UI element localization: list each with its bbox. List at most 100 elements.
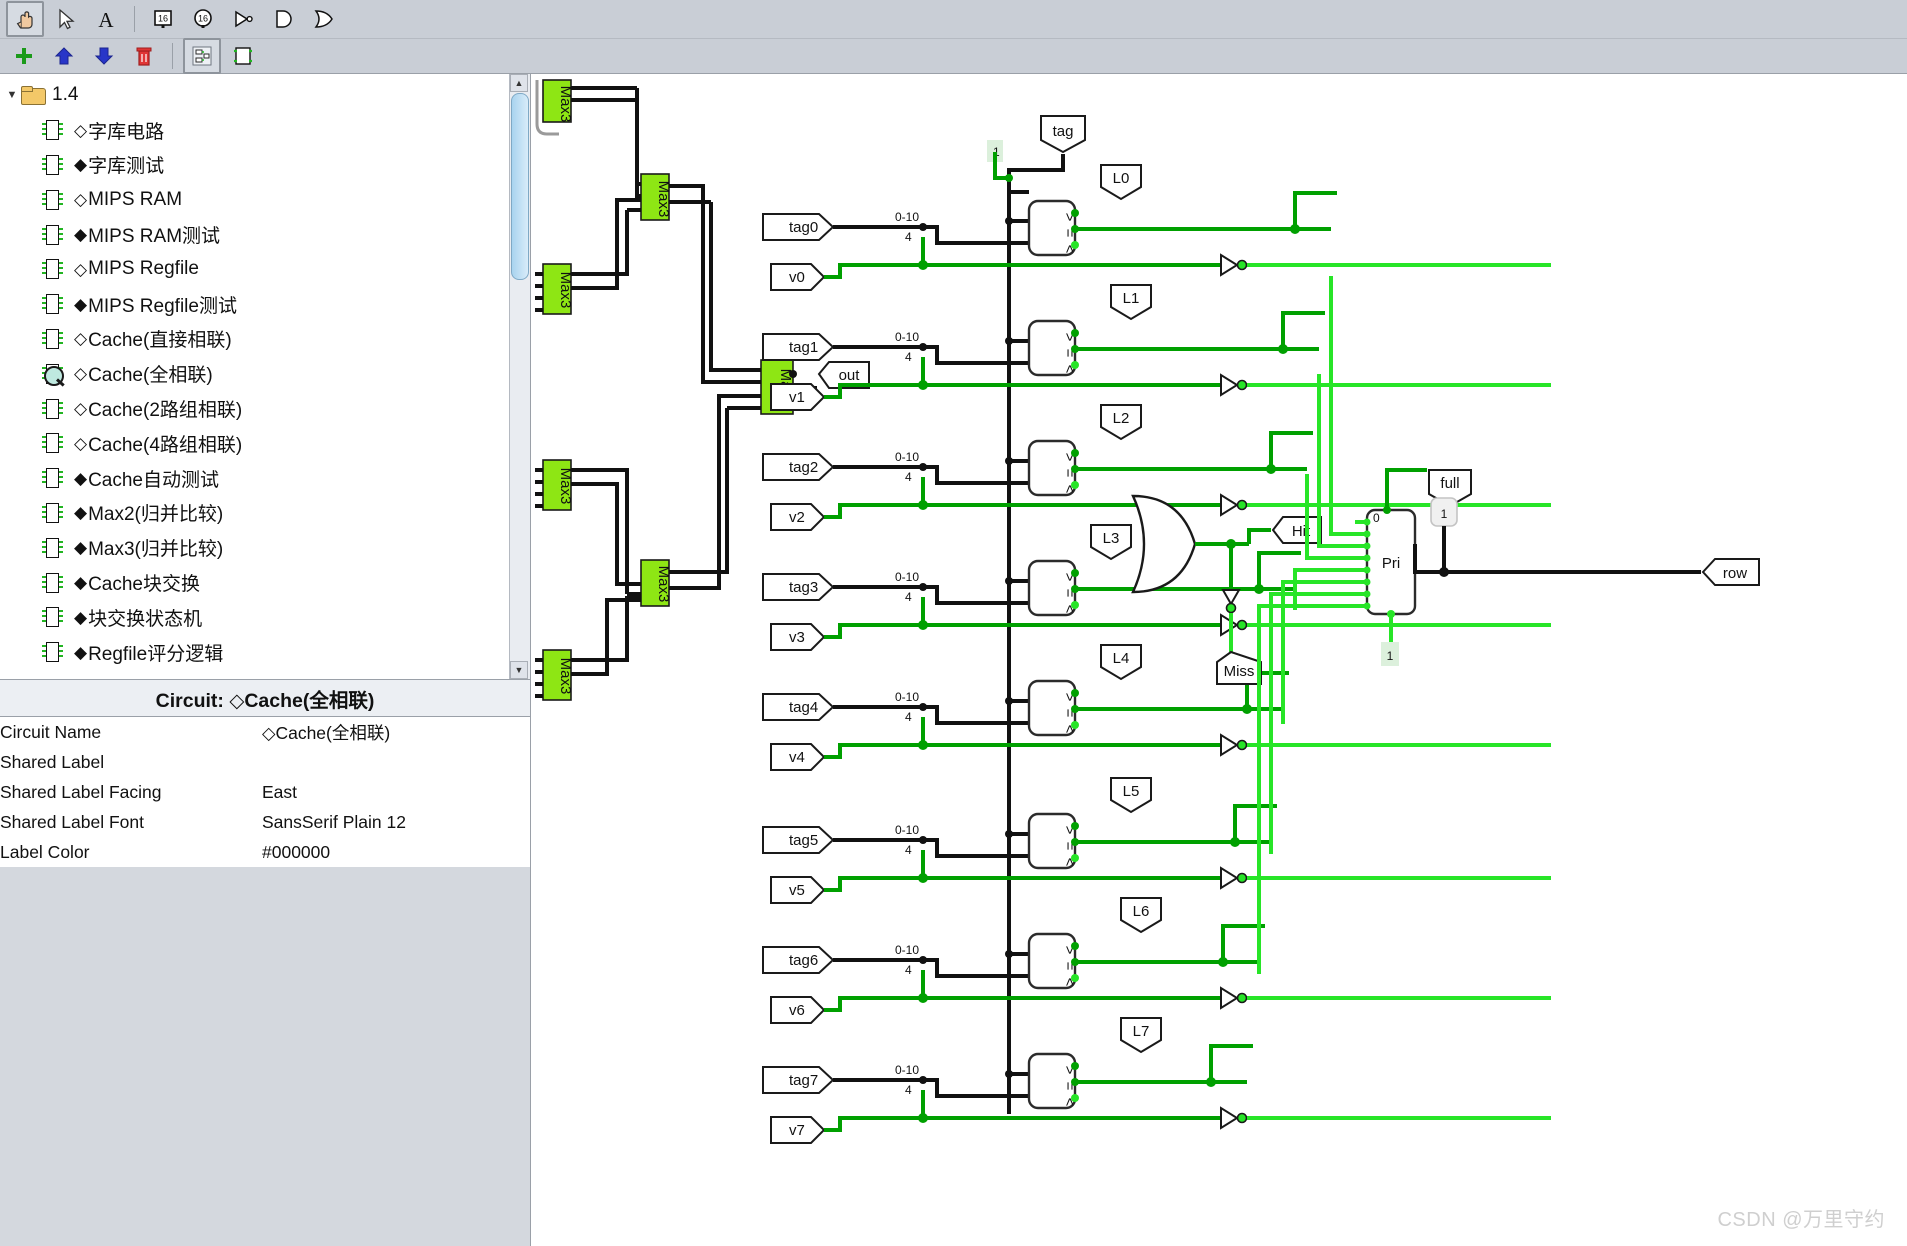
explorer-item-13[interactable]: ◆ Cache块交换 [0, 565, 530, 600]
attribute-row-0[interactable]: Circuit Name ◇Cache(全相联) [0, 717, 530, 747]
edit-circuit-appearance-button[interactable] [225, 39, 261, 73]
attribute-value-2[interactable]: East [262, 782, 530, 803]
explorer-item-11[interactable]: ◆ Max2(归并比较) [0, 496, 530, 531]
not-gate-miss-body[interactable] [1221, 589, 1241, 607]
pin-row-label: row [1723, 565, 1747, 582]
attribute-value-4[interactable]: #000000 [262, 842, 530, 863]
and-gate-tool[interactable] [265, 2, 301, 36]
not-gate-tool[interactable] [225, 2, 261, 36]
splitter-bits-lo-3: 4 [905, 590, 912, 604]
explorer-scrollbar[interactable]: ▲ ▼ [509, 74, 530, 679]
scroll-down-arrow[interactable]: ▼ [510, 661, 528, 679]
folder-icon [20, 85, 46, 106]
circuit-icon [42, 327, 64, 351]
explorer-item-1[interactable]: ◆ 字库测试 [0, 148, 530, 183]
not-gate-v4-body[interactable] [1220, 733, 1239, 757]
explorer-item-2[interactable]: ◇ MIPS RAM [0, 182, 530, 217]
explorer-item-marker-0: ◇ [74, 120, 88, 140]
attribute-value-0[interactable]: ◇Cache(全相联) [262, 720, 530, 745]
not-gate-v7-body[interactable] [1220, 1106, 1239, 1130]
poke-tool[interactable] [6, 1, 44, 37]
attribute-row-1[interactable]: Shared Label [0, 747, 530, 777]
explorer-item-12[interactable]: ◆ Max3(归并比较) [0, 530, 530, 565]
delete-button[interactable] [126, 39, 162, 73]
or-gate-hit-body[interactable] [1131, 494, 1197, 594]
add-circuit-button[interactable] [6, 39, 42, 73]
pin-full-label: full [1440, 475, 1459, 492]
splitter-bits-lo-4: 4 [905, 710, 912, 724]
attribute-row-4[interactable]: Label Color #000000 [0, 837, 530, 867]
toolbar-row-tools: A 16 16 [0, 0, 1907, 38]
explorer-item-5[interactable]: ◆ MIPS Regfile测试 [0, 287, 530, 322]
attribute-key-0: Circuit Name [0, 721, 102, 742]
text-tool[interactable]: A [88, 2, 124, 36]
pin-L6-label: L6 [1133, 903, 1150, 920]
pin-tag3-label: tag3 [789, 579, 818, 596]
not-gate-v2-body[interactable] [1220, 493, 1239, 517]
move-up-button[interactable] [46, 39, 82, 73]
not-gate-miss-bubble [1225, 602, 1237, 614]
circuit-canvas[interactable]: .wk{stroke:#111;stroke-width:4;fill:none… [531, 74, 1907, 1246]
explorer-item-10[interactable]: ◆ Cache自动测试 [0, 461, 530, 496]
attribute-panel-header: Circuit: ◇Cache(全相联) [0, 680, 530, 717]
watermark: CSDN @万里守约 [1717, 1209, 1885, 1231]
pin-v6-label: v6 [789, 1002, 805, 1019]
edit-circuit-layout-button[interactable] [183, 38, 221, 74]
attribute-row-3[interactable]: Shared Label Font SansSerif Plain 12 [0, 807, 530, 837]
scroll-thumb[interactable] [511, 93, 529, 280]
comparator-rows: tag00-104v0>=<L0tag10-104v1>=<L1tag20-10… [762, 164, 1551, 1144]
pin-Miss-label: Miss [1224, 663, 1255, 680]
splitter-bits-hi-7: 0-10 [895, 1063, 919, 1077]
splitter-bits-lo-7: 4 [905, 1083, 912, 1097]
explorer-item-label-0: 字库电路 [88, 121, 165, 143]
pin-tag-label: tag [1053, 123, 1074, 140]
explorer-item-7[interactable]: ◇ Cache(全相联) [0, 356, 530, 391]
circuit-icon [42, 397, 64, 421]
not-gate-v6-body[interactable] [1220, 986, 1239, 1010]
explorer-item-4[interactable]: ◇ MIPS Regfile [0, 252, 530, 287]
circuit-icon [42, 571, 64, 595]
explorer-item-0[interactable]: ◇ 字库电路 [0, 113, 530, 148]
not-gate-v5-body[interactable] [1220, 866, 1239, 890]
not-gate-v0-body[interactable] [1220, 253, 1239, 277]
attribute-key-4: Label Color [0, 841, 90, 862]
pin-L5-label: L5 [1123, 783, 1140, 800]
magnifier-icon [42, 362, 65, 387]
not-gate-v2-bubble [1236, 499, 1248, 511]
canvas-area[interactable]: .wk{stroke:#111;stroke-width:4;fill:none… [531, 74, 1907, 1246]
explorer-item-14[interactable]: ◆ 块交换状态机 [0, 600, 530, 635]
explorer-item-marker-9: ◇ [74, 433, 88, 453]
pin-v3-label: v3 [789, 629, 805, 646]
not-gate-v1-body[interactable] [1220, 373, 1239, 397]
attribute-key-1: Shared Label [0, 751, 105, 772]
pin-tag0-label: tag0 [789, 219, 818, 236]
explorer-item-9[interactable]: ◇ Cache(4路组相联) [0, 426, 530, 461]
pin-L2-label: L2 [1113, 410, 1130, 427]
output-pin-tool[interactable]: 16 [185, 2, 221, 36]
explorer-item-marker-11: ◆ [74, 503, 88, 523]
explorer-tree[interactable]: ▼ 1.4 ◇ 字库电路 ◆ 字库测试 ◇ MIPS RAM ◆ MIPS RAM测试 ◇ MIPS … [0, 74, 530, 680]
pin-out-label: out [839, 367, 861, 384]
explorer-item-15[interactable]: ◆ Regfile评分逻辑 [0, 635, 530, 670]
explorer-item-label-9: Cache(4路组相联) [88, 434, 243, 456]
attribute-row-2[interactable]: Shared Label Facing East [0, 777, 530, 807]
explorer-root[interactable]: ▼ 1.4 [0, 78, 530, 113]
not-gate-v0-bubble [1236, 259, 1248, 271]
explorer-item-label-8: Cache(2路组相联) [88, 400, 243, 422]
input-pin-tool[interactable]: 16 [145, 2, 181, 36]
move-down-button[interactable] [86, 39, 122, 73]
explorer-item-6[interactable]: ◇ Cache(直接相联) [0, 322, 530, 357]
or-gate-tool[interactable] [305, 2, 341, 36]
explorer-item-label-2: MIPS RAM [88, 188, 183, 210]
explorer-item-3[interactable]: ◆ MIPS RAM测试 [0, 217, 530, 252]
scroll-up-arrow[interactable]: ▲ [510, 74, 528, 92]
explorer-item-marker-2: ◇ [74, 190, 88, 210]
explorer-item-8[interactable]: ◇ Cache(2路组相联) [0, 391, 530, 426]
attribute-value-3[interactable]: SansSerif Plain 12 [262, 812, 530, 833]
toolbar-row-project [0, 38, 1907, 74]
select-tool[interactable] [48, 2, 84, 36]
expand-toggle-icon[interactable]: ▼ [4, 89, 20, 101]
circuit-icon [42, 640, 64, 664]
circuit-icon [42, 431, 64, 455]
pin-v0-label: v0 [789, 269, 805, 286]
